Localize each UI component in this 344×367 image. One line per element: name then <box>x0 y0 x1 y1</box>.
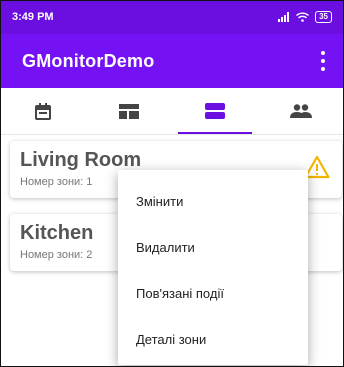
menu-item-edit[interactable]: Змінити <box>118 178 308 224</box>
signal-icon <box>278 12 290 22</box>
context-menu: Змінити Видалити Пов'язані події Деталі … <box>118 170 308 365</box>
status-time: 3:49 PM <box>12 11 54 23</box>
calendar-icon <box>35 102 51 120</box>
zone-number: Номер зони: 2 <box>20 249 93 261</box>
wifi-icon <box>296 12 310 22</box>
menu-item-delete[interactable]: Видалити <box>118 224 308 270</box>
tab-bar <box>0 88 344 135</box>
list-icon <box>205 103 225 119</box>
status-icons: 35 <box>278 11 332 23</box>
tab-people[interactable] <box>258 88 344 134</box>
app-bar: GMonitorDemo <box>0 34 344 88</box>
menu-item-related-events[interactable]: Пов'язані події <box>118 270 308 316</box>
dashboard-icon <box>119 103 139 119</box>
tab-dashboard[interactable] <box>86 88 172 134</box>
battery-icon: 35 <box>315 11 332 23</box>
status-bar: 3:49 PM 35 <box>0 0 344 34</box>
app-title: GMonitorDemo <box>22 50 155 71</box>
tab-calendar[interactable] <box>0 88 86 134</box>
tab-zones[interactable] <box>172 88 258 134</box>
zone-name: Living Room <box>20 149 142 171</box>
zone-number: Номер зони: 1 <box>20 176 93 188</box>
overflow-menu-icon[interactable] <box>316 51 330 71</box>
people-icon <box>290 104 312 118</box>
menu-item-zone-details[interactable]: Деталі зони <box>118 316 308 362</box>
zone-name: Kitchen <box>20 222 94 244</box>
